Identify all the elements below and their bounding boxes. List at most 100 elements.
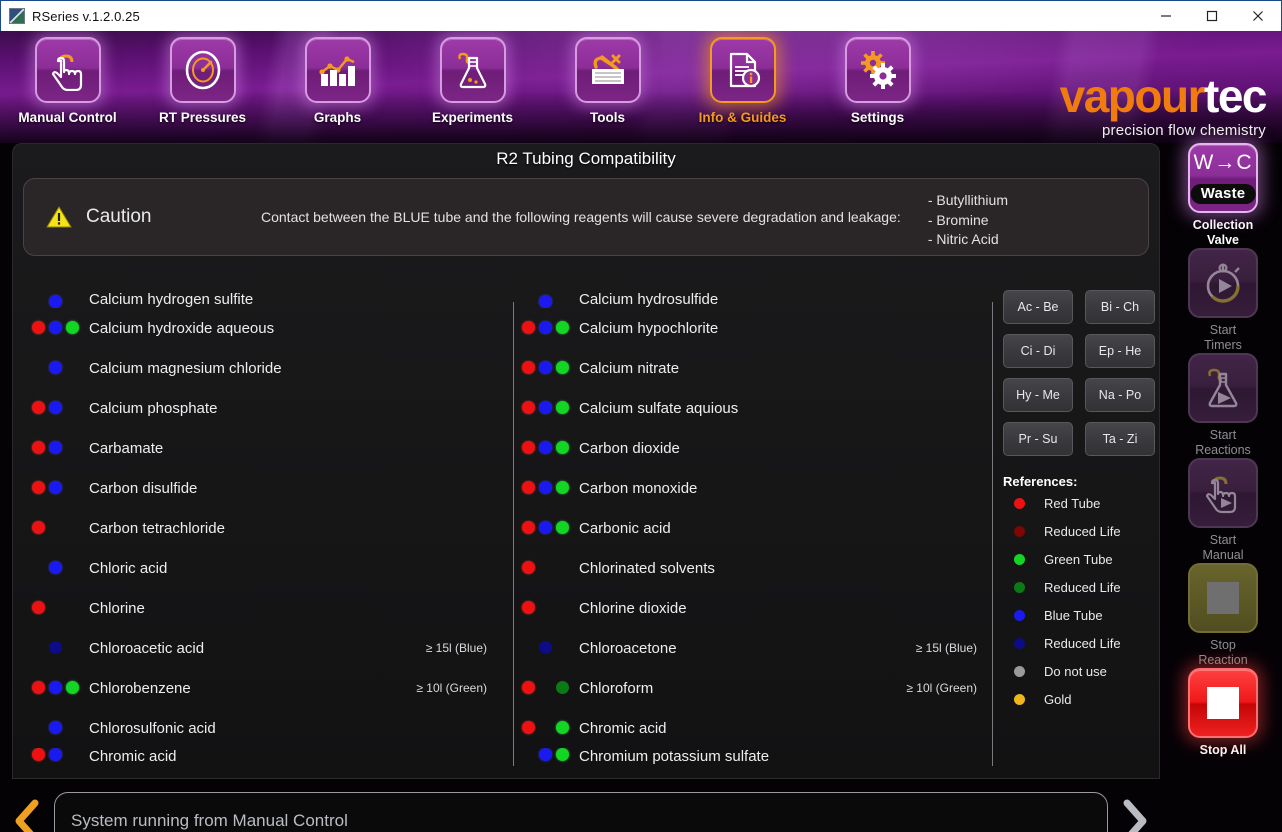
compatibility-row: Chlorine bbox=[23, 588, 501, 628]
chemical-name: Carbon tetrachloride bbox=[89, 519, 225, 537]
chemical-name: Chlorosulfonic acid bbox=[89, 719, 216, 737]
tube-dot-blue bbox=[49, 681, 62, 694]
nav-label: Graphs bbox=[313, 110, 362, 125]
nav-label: Tools bbox=[590, 110, 625, 125]
sidebar-label-line2: Manual bbox=[1202, 548, 1244, 562]
reference-dot bbox=[1014, 581, 1025, 593]
nav-item-info-and-guides[interactable]: Info & Guides bbox=[675, 31, 810, 143]
tube-compatibility-dots bbox=[23, 401, 89, 415]
app-icon bbox=[9, 8, 25, 24]
tube-dot-red bbox=[32, 601, 45, 614]
application-root: Manual Control RT Pressures Graphs Exper… bbox=[0, 31, 1282, 832]
index-button-ci-di[interactable]: Ci - Di bbox=[1003, 334, 1073, 368]
reference-label: Blue Tube bbox=[1044, 607, 1103, 623]
sidebar-button-collection-valve[interactable]: W→C Waste Collection Valve bbox=[1164, 143, 1282, 248]
tube-dot-green bbox=[556, 721, 569, 734]
tube-compatibility-dots bbox=[513, 681, 579, 695]
tube-dot-red bbox=[522, 721, 535, 734]
index-button-hy-me[interactable]: Hy - Me bbox=[1003, 378, 1073, 412]
tube-dot-red bbox=[32, 521, 45, 534]
compatibility-row: Chromium potassium sulfate bbox=[513, 748, 991, 766]
stop-square-icon bbox=[1188, 563, 1258, 633]
sidebox-divider bbox=[992, 302, 993, 766]
reference-dot bbox=[1014, 609, 1025, 621]
sidebar-button-start-manual[interactable]: Start Manual bbox=[1164, 458, 1282, 563]
tube-dot-red bbox=[522, 361, 535, 374]
tube-dot-green bbox=[556, 441, 569, 454]
volume-note: ≥ 10l (Green) bbox=[416, 681, 487, 695]
caution-label: Caution bbox=[86, 206, 152, 227]
index-button-ac-be[interactable]: Ac - Be bbox=[1003, 290, 1073, 324]
tube-dot-blue bbox=[49, 748, 62, 761]
chevron-left-icon[interactable] bbox=[0, 799, 54, 832]
sidebar-button-stop-all[interactable]: Stop All bbox=[1164, 668, 1282, 758]
sidebar-button-start-timers[interactable]: Start Timers bbox=[1164, 248, 1282, 353]
stopwatch-play-icon bbox=[1188, 248, 1258, 318]
tube-dot-red bbox=[522, 521, 535, 534]
tube-compatibility-dots bbox=[23, 481, 89, 495]
sidebar-button-stop-reaction[interactable]: Stop Reaction bbox=[1164, 563, 1282, 668]
tube-dot-blued bbox=[539, 641, 552, 654]
compatibility-row: Chloric acid bbox=[23, 548, 501, 588]
reference-dot bbox=[1014, 693, 1025, 705]
tube-dot-blue bbox=[539, 748, 552, 761]
compatibility-row: Calcium hydroxide aqueous bbox=[23, 308, 501, 348]
chemical-name: Carbonic acid bbox=[579, 519, 671, 537]
content-panel: R2 Tubing Compatibility Caution Contact … bbox=[12, 143, 1160, 779]
tube-dot-blue bbox=[539, 295, 552, 308]
index-button-ep-he[interactable]: Ep - He bbox=[1085, 334, 1155, 368]
tube-dot-red bbox=[32, 321, 45, 334]
nav-label: RT Pressures bbox=[158, 110, 247, 125]
nav-item-tools[interactable]: Tools bbox=[540, 31, 675, 143]
sidebar-button-label: Collection Valve bbox=[1193, 218, 1253, 248]
nav-label: Settings bbox=[850, 110, 905, 125]
tube-compatibility-dots bbox=[23, 681, 89, 695]
tube-dot-blue bbox=[49, 441, 62, 454]
tube-dot-red bbox=[522, 601, 535, 614]
compatibility-row: Chlorosulfonic acid bbox=[23, 708, 501, 748]
nav-item-experiments[interactable]: Experiments bbox=[405, 31, 540, 143]
sidebar-button-start-reactions[interactable]: Start Reactions bbox=[1164, 353, 1282, 458]
reference-dot bbox=[1014, 553, 1025, 565]
tube-dot-red bbox=[32, 441, 45, 454]
compatibility-row: Calcium hydrogen sulfite bbox=[23, 286, 501, 308]
minimize-icon[interactable] bbox=[1143, 1, 1189, 32]
close-icon[interactable] bbox=[1235, 1, 1281, 32]
maximize-icon[interactable] bbox=[1189, 1, 1235, 32]
index-button-na-po[interactable]: Na - Po bbox=[1085, 378, 1155, 412]
chemical-name: Calcium hydrogen sulfite bbox=[89, 291, 254, 308]
compatibility-row: Chlorine dioxide bbox=[513, 588, 991, 628]
index-button-bi-ch[interactable]: Bi - Ch bbox=[1085, 290, 1155, 324]
tube-dot-green bbox=[556, 401, 569, 414]
tube-dot-red bbox=[522, 321, 535, 334]
reference-label: Gold bbox=[1044, 691, 1072, 707]
tube-compatibility-dots bbox=[23, 321, 89, 335]
reference-item: Blue Tube bbox=[1003, 601, 1159, 629]
sidebar-label-line1: Stop bbox=[1210, 638, 1236, 652]
compatibility-row: Calcium phosphate bbox=[23, 388, 501, 428]
page-title: R2 Tubing Compatibility bbox=[496, 149, 676, 168]
tube-dot-blue bbox=[49, 401, 62, 414]
compatibility-row: Chromic acid bbox=[23, 748, 501, 766]
reference-item: Red Tube bbox=[1003, 489, 1159, 517]
flask-play-icon bbox=[1188, 353, 1258, 423]
sidebar-label-line2: Reaction bbox=[1198, 653, 1248, 667]
index-button-pr-su[interactable]: Pr - Su bbox=[1003, 422, 1073, 456]
alphabet-index-buttons: Ac - Be Bi - Ch Ci - Di Ep - He Hy - Me Na - … bbox=[1003, 286, 1159, 456]
index-button-ta-zi[interactable]: Ta - Zi bbox=[1085, 422, 1155, 456]
references-title: References: bbox=[1003, 474, 1078, 489]
nav-item-graphs[interactable]: Graphs bbox=[270, 31, 405, 143]
gears-icon bbox=[844, 37, 911, 103]
window-title: RSeries v.1.2.0.25 bbox=[32, 8, 140, 24]
chemical-name: Chlorobenzene bbox=[89, 679, 191, 697]
chemical-name: Carbon monoxide bbox=[579, 479, 698, 497]
chemical-name: Chlorine dioxide bbox=[579, 599, 687, 617]
tube-dot-green bbox=[556, 321, 569, 334]
nav-item-manual-control[interactable]: Manual Control bbox=[0, 31, 135, 143]
compatibility-row: Calcium sulfate aquious bbox=[513, 388, 991, 428]
nav-item-settings[interactable]: Settings bbox=[810, 31, 945, 143]
compatibility-row: Chloroacetone ≥ 15l (Blue) bbox=[513, 628, 991, 668]
chemical-name: Chloric acid bbox=[89, 559, 168, 577]
nav-item-rt-pressures[interactable]: RT Pressures bbox=[135, 31, 270, 143]
chevron-right-icon[interactable] bbox=[1108, 799, 1162, 832]
